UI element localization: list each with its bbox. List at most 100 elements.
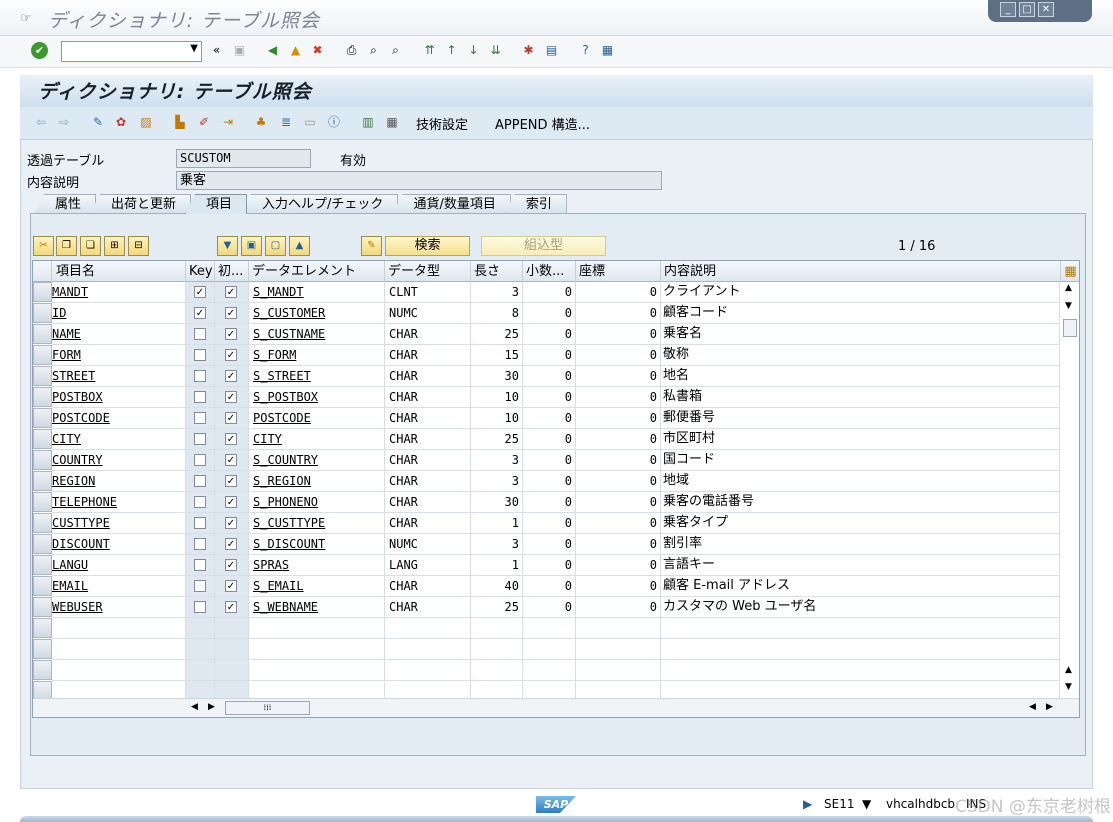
field-name-cell[interactable]: TELEPHONE: [52, 492, 186, 512]
previous-page-icon[interactable]: ↑: [443, 42, 460, 59]
description-cell[interactable]: 乗客タイプ: [661, 513, 1060, 533]
collapse-icon[interactable]: «: [208, 42, 225, 59]
display-object-icon[interactable]: ▭: [302, 114, 318, 130]
coordinate-cell[interactable]: 0: [576, 534, 661, 554]
append-structure-button[interactable]: APPEND 構造...: [495, 114, 590, 133]
data-element-cell[interactable]: S_POSTBOX: [249, 387, 385, 407]
initial-checkbox-box[interactable]: ✓: [225, 538, 237, 550]
table-row[interactable]: TELEPHONE ✓ S_PHONENO CHAR 30 0 0 乗客の電話番号: [52, 492, 1060, 513]
initial-checkbox[interactable]: ✓: [215, 345, 249, 365]
length-cell[interactable]: 25: [471, 429, 523, 449]
key-checkbox[interactable]: [186, 450, 215, 470]
decimals-cell[interactable]: 0: [523, 282, 576, 302]
field-name-cell[interactable]: [52, 639, 186, 659]
row-selector[interactable]: [33, 513, 52, 533]
data-type-cell[interactable]: CHAR: [385, 387, 471, 407]
data-element-cell[interactable]: S_FORM: [249, 345, 385, 365]
new-session-icon[interactable]: ✱: [520, 42, 537, 59]
initial-checkbox-box[interactable]: ✓: [225, 370, 237, 382]
check-icon[interactable]: ▨: [138, 114, 154, 130]
data-element-cell[interactable]: S_REGION: [249, 471, 385, 491]
vertical-scrollbar[interactable]: ▲ ▼ ▲ ▼: [1061, 282, 1079, 697]
data-element-cell[interactable]: [249, 639, 385, 659]
key-checkbox[interactable]: [186, 660, 215, 680]
data-type-cell[interactable]: CHAR: [385, 345, 471, 365]
data-element-cell[interactable]: S_CUSTTYPE: [249, 513, 385, 533]
decimals-cell[interactable]: 0: [523, 387, 576, 407]
coordinate-cell[interactable]: 0: [576, 555, 661, 575]
length-cell[interactable]: 1: [471, 555, 523, 575]
length-cell[interactable]: 8: [471, 303, 523, 323]
initial-checkbox[interactable]: ✓: [215, 450, 249, 470]
close-icon[interactable]: ✕: [1038, 2, 1054, 17]
coordinate-cell[interactable]: 0: [576, 597, 661, 617]
initial-checkbox-box[interactable]: ✓: [225, 559, 237, 571]
coordinate-cell[interactable]: 0: [576, 576, 661, 596]
field-name-cell[interactable]: DISCOUNT: [52, 534, 186, 554]
initial-checkbox[interactable]: ✓: [215, 492, 249, 512]
where-used-icon[interactable]: ▙: [172, 114, 188, 130]
col-decimals[interactable]: 小数...: [523, 261, 576, 282]
data-type-cell[interactable]: NUMC: [385, 534, 471, 554]
description-cell[interactable]: [661, 639, 1060, 659]
table-row[interactable]: [52, 660, 1060, 681]
row-selector[interactable]: [33, 450, 52, 470]
initial-checkbox[interactable]: ✓: [215, 534, 249, 554]
stack-icon[interactable]: ≣: [278, 114, 294, 130]
data-type-cell[interactable]: NUMC: [385, 303, 471, 323]
builtin-type-button[interactable]: 組込型: [481, 236, 606, 256]
key-checkbox[interactable]: ✓: [186, 303, 215, 323]
decimals-cell[interactable]: 0: [523, 534, 576, 554]
data-element-cell[interactable]: S_STREET: [249, 366, 385, 386]
scroll-page-up-icon[interactable]: ▲: [1065, 665, 1072, 675]
layout-settings-icon[interactable]: ▦: [1061, 261, 1079, 282]
length-cell[interactable]: 10: [471, 408, 523, 428]
table-row[interactable]: CITY ✓ CITY CHAR 25 0 0 市区町村: [52, 429, 1060, 450]
print-icon[interactable]: ⎙: [343, 42, 360, 59]
tech-settings-button[interactable]: 技術設定: [416, 114, 468, 133]
table-row[interactable]: STREET ✓ S_STREET CHAR 30 0 0 地名: [52, 366, 1060, 387]
key-checkbox-box[interactable]: ✓: [194, 307, 206, 319]
data-type-cell[interactable]: CHAR: [385, 324, 471, 344]
minimize-icon[interactable]: _: [1000, 2, 1016, 17]
description-cell[interactable]: 市区町村: [661, 429, 1060, 449]
data-element-cell[interactable]: S_CUSTNAME: [249, 324, 385, 344]
decimals-cell[interactable]: 0: [523, 555, 576, 575]
status-expand-icon[interactable]: ▶: [803, 797, 812, 811]
decimals-cell[interactable]: [523, 639, 576, 659]
key-checkbox-box[interactable]: [194, 601, 206, 613]
initial-checkbox[interactable]: ✓: [215, 597, 249, 617]
key-checkbox[interactable]: [186, 576, 215, 596]
search-help-icon[interactable]: ✎: [361, 236, 382, 256]
data-element-cell[interactable]: S_DISCOUNT: [249, 534, 385, 554]
row-selector[interactable]: [33, 471, 52, 491]
table-row[interactable]: REGION ✓ S_REGION CHAR 3 0 0 地域: [52, 471, 1060, 492]
data-type-cell[interactable]: CHAR: [385, 471, 471, 491]
initial-checkbox-box[interactable]: ✓: [225, 412, 237, 424]
col-key[interactable]: Key: [186, 261, 215, 282]
coordinate-cell[interactable]: 0: [576, 345, 661, 365]
data-type-cell[interactable]: CHAR: [385, 492, 471, 512]
coordinate-cell[interactable]: 0: [576, 282, 661, 302]
initial-checkbox[interactable]: ✓: [215, 555, 249, 575]
key-checkbox[interactable]: [186, 324, 215, 344]
activate-icon[interactable]: ✿: [113, 114, 129, 130]
table-row[interactable]: MANDT ✓ ✓ S_MANDT CLNT 3 0 0 クライアント: [52, 282, 1060, 303]
initial-checkbox-box[interactable]: ✓: [225, 328, 237, 340]
row-selector[interactable]: [33, 324, 52, 344]
data-type-cell[interactable]: [385, 618, 471, 638]
data-type-cell[interactable]: CHAR: [385, 576, 471, 596]
table-row[interactable]: FORM ✓ S_FORM CHAR 15 0 0 敬称: [52, 345, 1060, 366]
key-checkbox[interactable]: [186, 534, 215, 554]
key-checkbox-box[interactable]: [194, 580, 206, 592]
save-icon[interactable]: ▣: [231, 42, 248, 59]
field-name-cell[interactable]: POSTCODE: [52, 408, 186, 428]
initial-checkbox[interactable]: [215, 639, 249, 659]
field-name-cell[interactable]: NAME: [52, 324, 186, 344]
key-checkbox-box[interactable]: [194, 454, 206, 466]
col-data-type[interactable]: データ型: [385, 261, 471, 282]
initial-checkbox[interactable]: [215, 660, 249, 680]
field-name-cell[interactable]: CITY: [52, 429, 186, 449]
data-type-cell[interactable]: CHAR: [385, 513, 471, 533]
decimals-cell[interactable]: 0: [523, 303, 576, 323]
